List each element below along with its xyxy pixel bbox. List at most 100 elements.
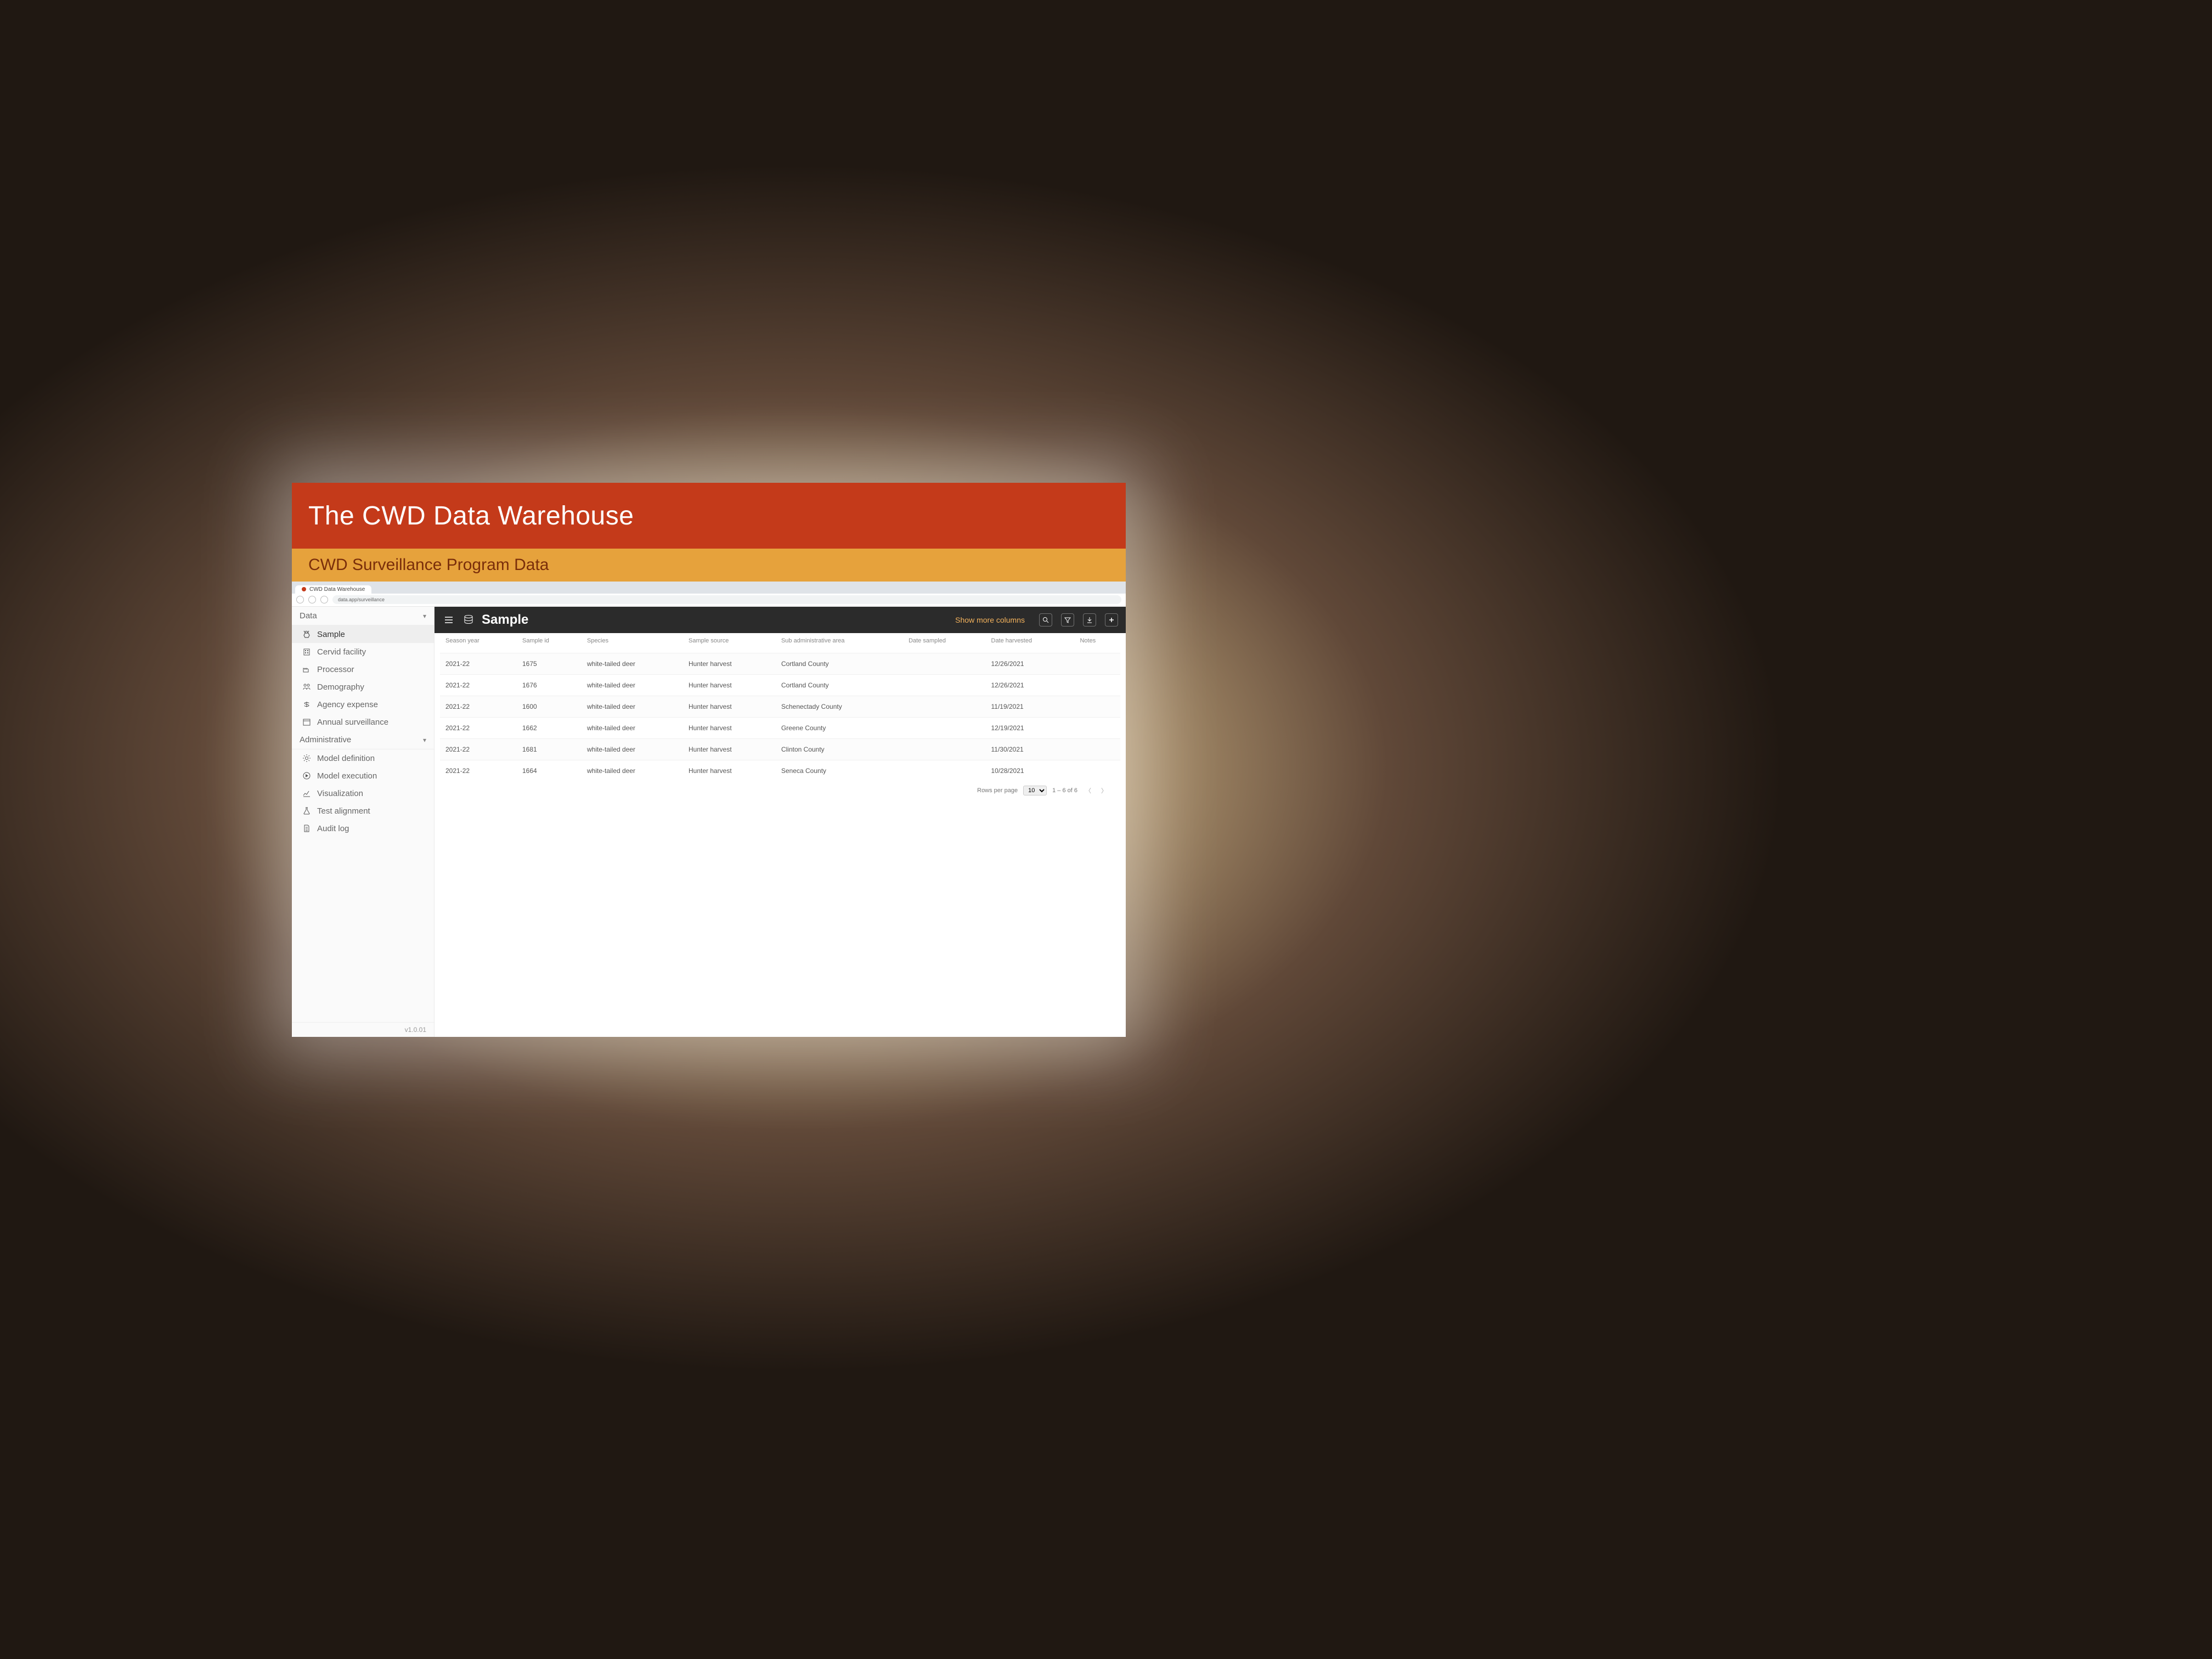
gear-icon <box>302 753 312 763</box>
sidebar-item-processor[interactable]: Processor <box>292 661 434 678</box>
cell-area: Schenectady County <box>776 696 903 718</box>
sidebar-item-label: Model definition <box>317 754 375 763</box>
show-more-columns-link[interactable]: Show more columns <box>955 616 1025 624</box>
cell-season: 2021-22 <box>440 696 517 718</box>
cell-source: Hunter harvest <box>683 739 776 760</box>
cell-area: Cortland County <box>776 675 903 696</box>
sidebar: Data ▾ Sample Cervid facility <box>292 607 435 1037</box>
col-species[interactable]: Species <box>582 633 683 653</box>
sidebar-item-model-execution[interactable]: Model execution <box>292 767 434 785</box>
forward-button[interactable] <box>308 596 316 603</box>
cell-notes <box>1074 675 1120 696</box>
download-icon[interactable] <box>1083 613 1096 627</box>
menu-icon[interactable] <box>442 613 455 627</box>
table-row[interactable]: 2021-221681white-tailed deerHunter harve… <box>440 739 1120 760</box>
back-button[interactable] <box>296 596 304 603</box>
sidebar-item-label: Visualization <box>317 789 363 798</box>
table-row[interactable]: 2021-221600white-tailed deerHunter harve… <box>440 696 1120 718</box>
sidebar-section-label: Data <box>300 611 317 620</box>
table-row[interactable]: 2021-221676white-tailed deerHunter harve… <box>440 675 1120 696</box>
col-sample-id[interactable]: Sample id <box>517 633 582 653</box>
sidebar-item-label: Processor <box>317 665 354 674</box>
cell-date_sampled <box>903 653 985 675</box>
cell-species: white-tailed deer <box>582 675 683 696</box>
cell-date_harvested: 11/30/2021 <box>986 739 1075 760</box>
col-date-sampled[interactable]: Date sampled <box>903 633 985 653</box>
main-content: Sample Show more columns <box>435 607 1126 1037</box>
document-icon <box>302 823 312 833</box>
col-date-harvested[interactable]: Date harvested <box>986 633 1075 653</box>
cell-species: white-tailed deer <box>582 696 683 718</box>
cell-species: white-tailed deer <box>582 718 683 739</box>
address-bar[interactable]: data.app/surveillance <box>332 595 1121 604</box>
cell-date_sampled <box>903 739 985 760</box>
sidebar-item-audit-log[interactable]: Audit log <box>292 820 434 837</box>
add-icon[interactable] <box>1105 613 1118 627</box>
cell-source: Hunter harvest <box>683 760 776 782</box>
col-admin-area[interactable]: Sub administrative area <box>776 633 903 653</box>
rows-per-page-select[interactable]: 10 <box>1023 786 1047 795</box>
table-row[interactable]: 2021-221675white-tailed deerHunter harve… <box>440 653 1120 675</box>
sidebar-section-data[interactable]: Data ▾ <box>292 607 434 625</box>
cell-sample_id: 1681 <box>517 739 582 760</box>
sidebar-item-label: Sample <box>317 630 345 639</box>
tab-title: CWD Data Warehouse <box>309 586 365 592</box>
cell-date_harvested: 12/26/2021 <box>986 653 1075 675</box>
pagination-range: 1 – 6 of 6 <box>1052 787 1077 794</box>
search-icon[interactable] <box>1039 613 1052 627</box>
flask-icon <box>302 806 312 816</box>
reload-button[interactable] <box>320 596 328 603</box>
sidebar-item-sample[interactable]: Sample <box>292 625 434 643</box>
cell-species: white-tailed deer <box>582 653 683 675</box>
page-prev-icon[interactable]: 〈 <box>1083 786 1093 795</box>
slide-subtitle: CWD Surveillance Program Data <box>308 556 549 574</box>
sidebar-item-model-definition[interactable]: Model definition <box>292 749 434 767</box>
cell-date_harvested: 12/26/2021 <box>986 675 1075 696</box>
table-row[interactable]: 2021-221664white-tailed deerHunter harve… <box>440 760 1120 782</box>
table-container: Season year Sample id Species Sample sou… <box>435 633 1126 1037</box>
slide-title: The CWD Data Warehouse <box>308 501 634 531</box>
table-header-row: Season year Sample id Species Sample sou… <box>440 633 1120 653</box>
cell-date_sampled <box>903 696 985 718</box>
app-window: CWD Data Warehouse data.app/surveillance… <box>292 582 1126 1037</box>
factory-icon <box>302 664 312 674</box>
cell-date_sampled <box>903 675 985 696</box>
sidebar-item-label: Test alignment <box>317 806 370 816</box>
chevron-down-icon: ▾ <box>423 736 426 744</box>
sidebar-item-label: Model execution <box>317 771 377 781</box>
sidebar-item-cervid-facility[interactable]: Cervid facility <box>292 643 434 661</box>
sidebar-item-annual-surveillance[interactable]: Annual surveillance <box>292 713 434 731</box>
sidebar-item-agency-expense[interactable]: Agency expense <box>292 696 434 713</box>
play-icon <box>302 771 312 781</box>
money-icon <box>302 699 312 709</box>
page-next-icon[interactable]: 〉 <box>1099 786 1109 795</box>
col-notes[interactable]: Notes <box>1074 633 1120 653</box>
sidebar-section-label: Administrative <box>300 735 351 744</box>
chevron-down-icon: ▾ <box>423 612 426 620</box>
app-body: Data ▾ Sample Cervid facility <box>292 607 1126 1037</box>
cell-notes <box>1074 653 1120 675</box>
sidebar-item-visualization[interactable]: Visualization <box>292 785 434 802</box>
pagination: Rows per page 10 1 – 6 of 6 〈 〉 <box>440 781 1120 798</box>
chart-icon <box>302 788 312 798</box>
page-title: Sample <box>482 612 528 628</box>
sidebar-section-admin[interactable]: Administrative ▾ <box>292 731 434 749</box>
cell-area: Clinton County <box>776 739 903 760</box>
sidebar-item-label: Demography <box>317 682 364 692</box>
cell-species: white-tailed deer <box>582 739 683 760</box>
cell-season: 2021-22 <box>440 760 517 782</box>
sidebar-item-label: Annual surveillance <box>317 718 388 727</box>
filter-icon[interactable] <box>1061 613 1074 627</box>
cell-sample_id: 1600 <box>517 696 582 718</box>
cell-source: Hunter harvest <box>683 696 776 718</box>
data-table: Season year Sample id Species Sample sou… <box>440 633 1120 781</box>
col-source[interactable]: Sample source <box>683 633 776 653</box>
address-row: data.app/surveillance <box>292 594 1126 606</box>
browser-tab[interactable]: CWD Data Warehouse <box>295 585 371 594</box>
sidebar-item-demography[interactable]: Demography <box>292 678 434 696</box>
sidebar-item-test-alignment[interactable]: Test alignment <box>292 802 434 820</box>
table-row[interactable]: 2021-221662white-tailed deerHunter harve… <box>440 718 1120 739</box>
cell-notes <box>1074 760 1120 782</box>
cell-season: 2021-22 <box>440 675 517 696</box>
col-season[interactable]: Season year <box>440 633 517 653</box>
